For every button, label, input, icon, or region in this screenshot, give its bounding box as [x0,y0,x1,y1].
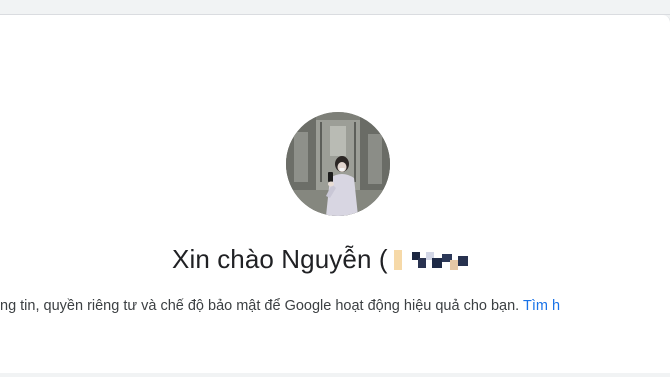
profile-avatar[interactable] [286,112,390,216]
browser-top-strip [0,0,670,15]
name-redaction [393,246,474,272]
bottom-strip [0,373,670,377]
account-subtitle: ng tin, quyền riêng tư và chế độ bảo mật… [0,298,560,314]
profile-photo-icon [286,112,390,216]
learn-more-link[interactable]: Tìm h [523,298,560,314]
subtitle-text: ng tin, quyền riêng tư và chế độ bảo mật… [0,298,523,314]
greeting-heading: Xin chào Nguyễn ( [172,241,474,277]
greeting-text: Xin chào Nguyễn ( [172,243,388,274]
